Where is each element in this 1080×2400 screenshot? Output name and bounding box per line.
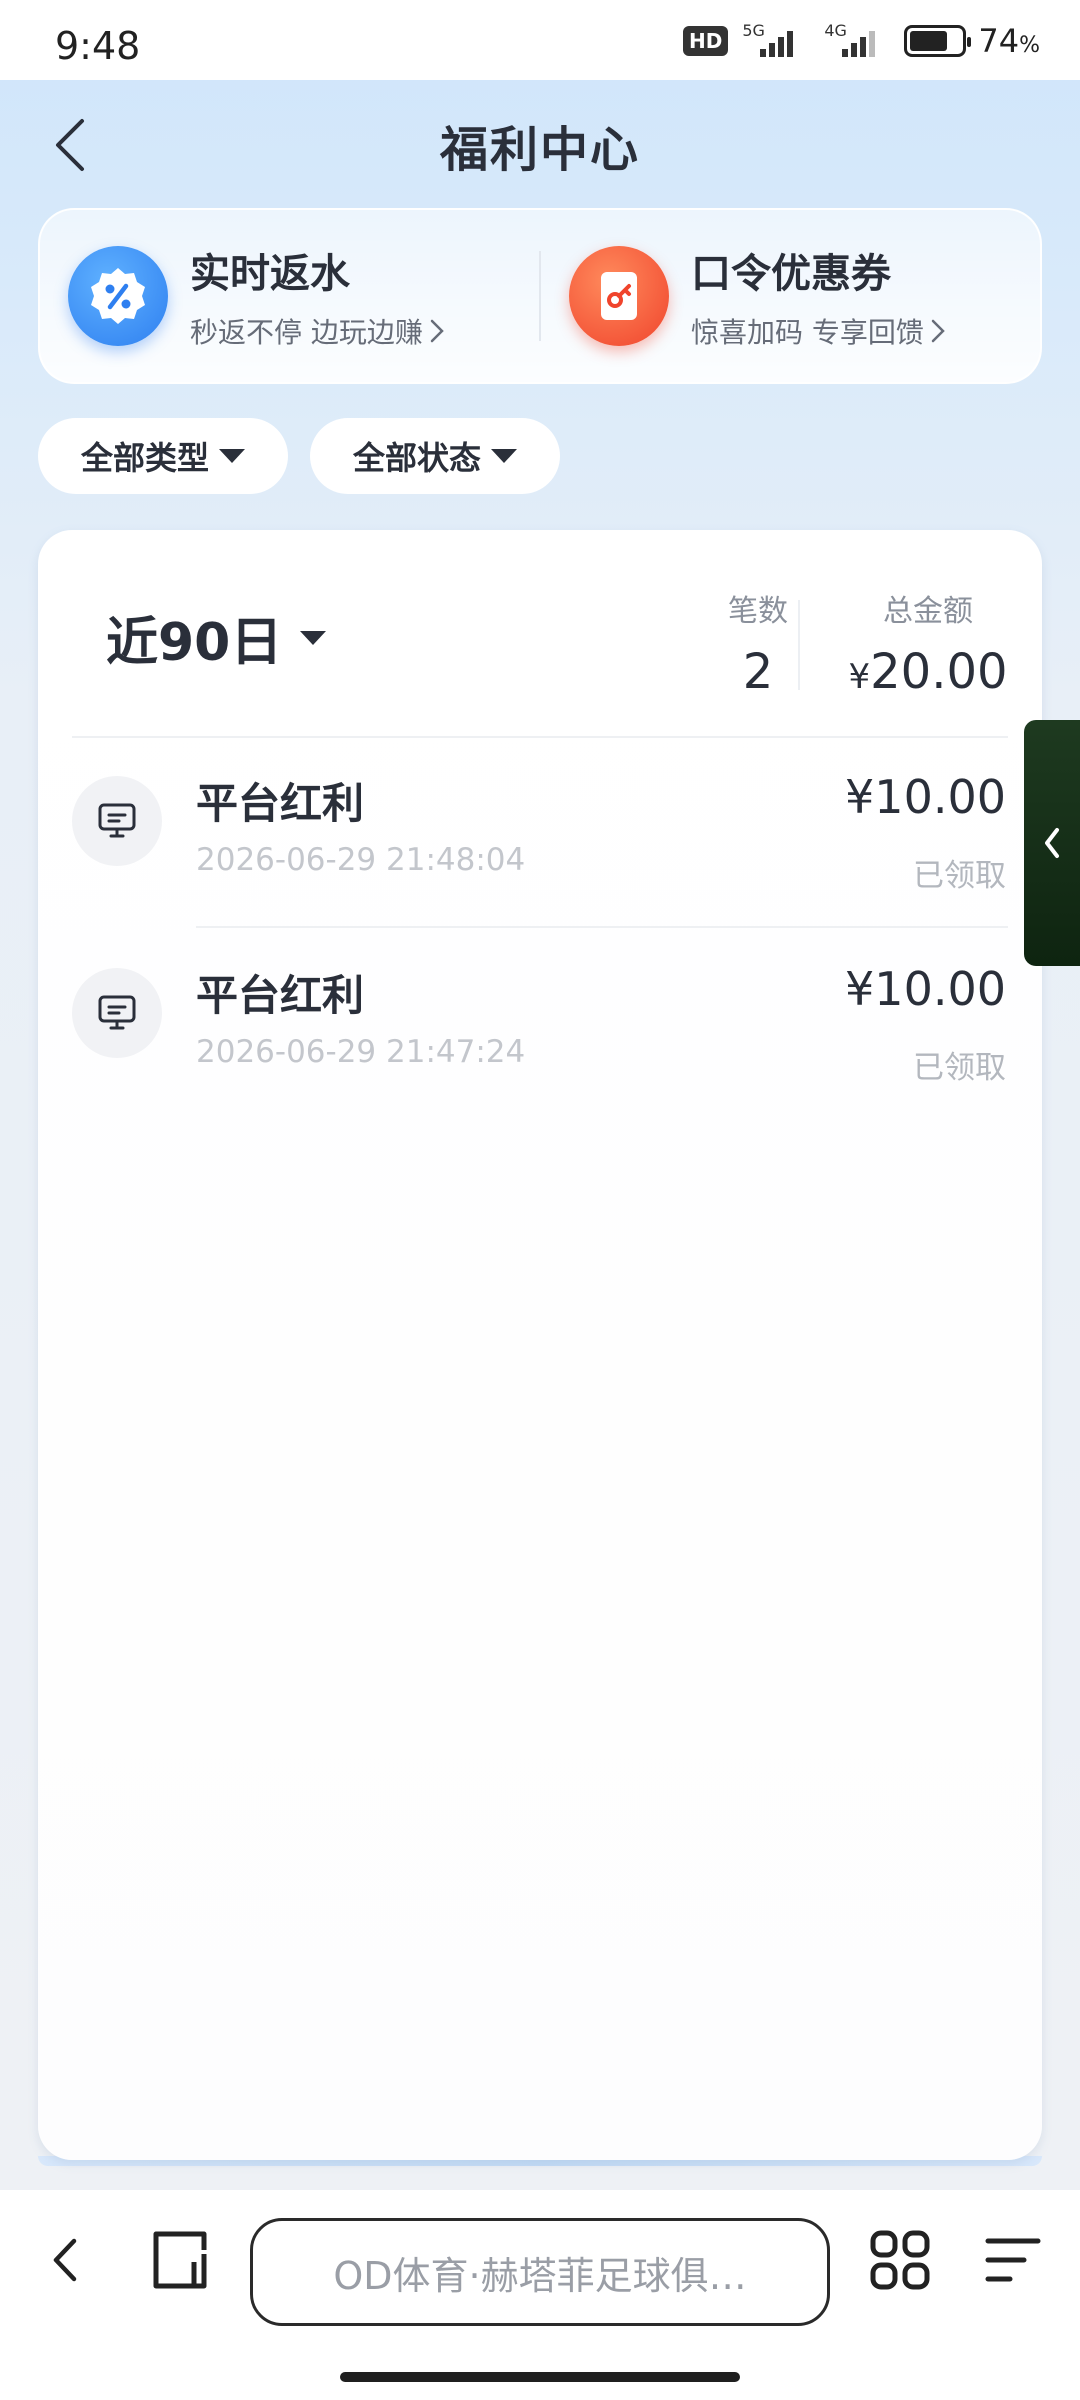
menu-button[interactable] [978,2220,1048,2300]
page-header: 福利中心 [0,80,1080,210]
grid-icon [870,2230,930,2290]
monitor-icon [72,776,162,866]
stat-total-value: ¥20.00 [848,644,1008,700]
chevron-left-icon [1045,828,1059,858]
stat-total-label: 总金额 [883,594,973,629]
period-dropdown[interactable]: 近90日 [106,600,327,675]
stat-count: 笔数 2 [678,586,838,700]
menu-icon [985,2238,1041,2282]
record-title: 平台红利 [196,779,365,828]
chevron-left-icon [53,2238,77,2282]
filter-type-dropdown[interactable]: 全部类型 [38,418,288,494]
filter-status-dropdown[interactable]: 全部状态 [310,418,560,494]
caret-down-icon [491,449,517,463]
side-float-tab[interactable] [1024,720,1080,966]
record-time: 2026-06-29 21:48:04 [196,842,526,878]
record-status: 已领取 [913,1050,1006,1086]
percent-badge-icon [68,246,168,346]
tabs-icon [153,2231,207,2289]
promo-coupon-subtitle: 惊喜加码 专享回馈 [691,311,946,351]
record-amount: ¥10.00 [845,962,1006,1016]
apps-button[interactable] [860,2220,940,2300]
record-amount: ¥10.00 [845,770,1006,824]
key-ticket-icon [569,246,669,346]
tabs-button[interactable] [140,2220,220,2300]
status-bar: 9:48 HD 5G 4G 74% [0,0,1080,80]
caret-down-icon [300,630,327,645]
signal-4g-icon: 4G [822,21,892,59]
monitor-icon [72,968,162,1058]
stat-divider [798,600,800,690]
promo-card: 实时返水 秒返不停 边玩边赚 口令优惠券 惊喜加码 专享回馈 [38,208,1042,384]
page-title: 福利中心 [439,122,640,178]
record-divider [196,926,1008,928]
battery-icon [904,25,972,57]
stat-count-value: 2 [742,644,774,700]
chevron-right-icon [430,319,444,343]
promo-coupon[interactable]: 口令优惠券 惊喜加码 专享回馈 [541,210,1040,382]
status-icons: HD 5G 4G 74% [683,21,1040,60]
browser-back-button[interactable] [30,2220,100,2300]
battery-percent: 74% [978,22,1040,60]
promo-rebate[interactable]: 实时返水 秒返不停 边玩边赚 [40,210,539,382]
stat-count-label: 笔数 [728,594,788,629]
status-time: 9:48 [55,24,141,68]
record-status: 已领取 [913,858,1006,894]
home-indicator[interactable] [340,2372,740,2382]
records-card: 近90日 笔数 2 总金额 ¥20.00 平台红利 2026-06-29 21:… [38,530,1042,2166]
url-bar[interactable]: OD体育·赫塔菲足球俱… [250,2218,830,2326]
stat-total: 总金额 ¥20.00 [828,586,1028,700]
chevron-right-icon [931,319,945,343]
promo-rebate-title: 实时返水 [190,251,350,297]
browser-toolbar: OD体育·赫塔菲足球俱… [0,2190,1080,2400]
record-title: 平台红利 [196,971,365,1020]
period-label: 近90日 [106,613,283,673]
hd-voice-icon: HD [683,26,729,56]
promo-coupon-title: 口令优惠券 [691,251,891,297]
list-item[interactable]: 平台红利 2026-06-29 21:48:04 ¥10.00 已领取 [38,738,1042,928]
record-time: 2026-06-29 21:47:24 [196,1034,526,1070]
signal-5g-icon: 5G [740,21,810,59]
promo-rebate-subtitle: 秒返不停 边玩边赚 [190,311,445,351]
list-item[interactable]: 平台红利 2026-06-29 21:47:24 ¥10.00 已领取 [38,930,1042,1120]
caret-down-icon [219,449,245,463]
